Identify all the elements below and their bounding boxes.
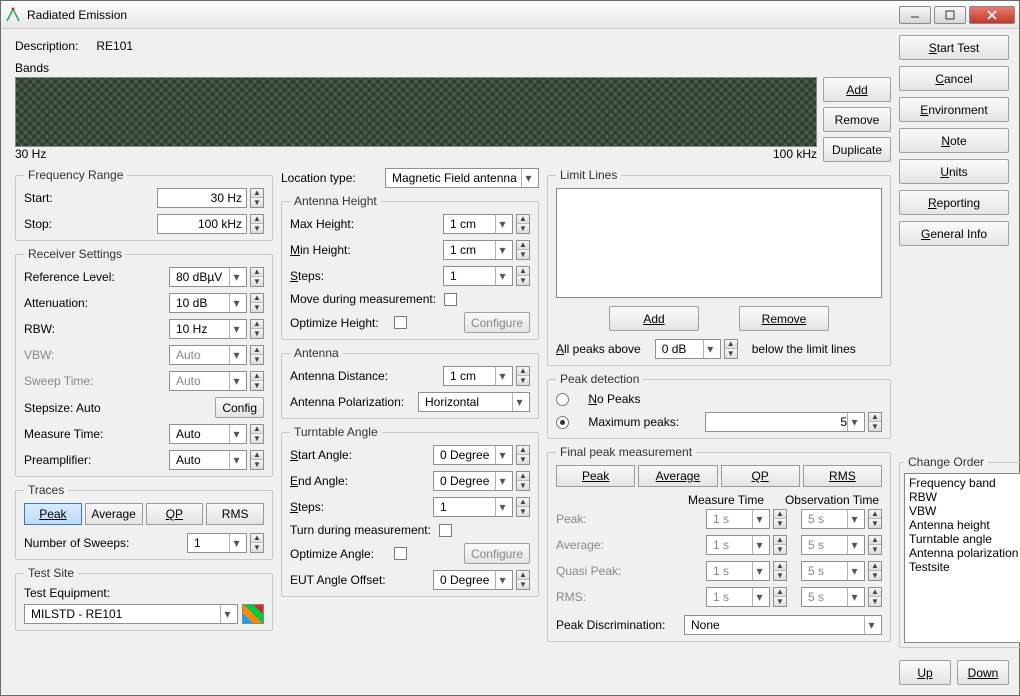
bands-legend: Bands — [15, 61, 891, 75]
move-during-checkbox[interactable] — [444, 293, 457, 306]
order-item[interactable]: Antenna height — [909, 518, 1018, 532]
height-configure-button[interactable]: Configure — [464, 312, 530, 333]
order-up-button[interactable]: Up — [899, 660, 951, 685]
height-steps-input[interactable]: 1▾ — [443, 266, 513, 286]
titlebar[interactable]: Radiated Emission — [1, 1, 1019, 29]
general-info-button[interactable]: General Info — [899, 221, 1009, 246]
trace-peak-button[interactable]: Peak — [24, 503, 82, 525]
angle-steps-input[interactable]: 1▾ — [433, 497, 513, 517]
order-item[interactable]: Frequency band — [909, 476, 1018, 490]
note-button[interactable]: Note — [899, 128, 1009, 153]
location-type-select[interactable]: Magnetic Field antenna▾ — [385, 168, 539, 188]
traces-panel: Traces Peak Average QP RMS Number of Swe… — [15, 483, 273, 560]
allpeaks-input[interactable]: 0 dB▾ — [655, 339, 721, 359]
final-ot-input: 5 s▾ — [801, 535, 865, 555]
optimize-angle-checkbox[interactable] — [394, 547, 407, 560]
start-test-button[interactable]: Start Test — [899, 35, 1009, 60]
order-down-button[interactable]: Down — [957, 660, 1009, 685]
test-site-panel: Test Site Test Equipment: MILSTD - RE101… — [15, 566, 273, 631]
final-ot-input: 5 s▾ — [801, 509, 865, 529]
final-peak-button[interactable]: Peak — [556, 465, 635, 487]
app-icon — [5, 7, 21, 23]
order-item[interactable]: Testsite — [909, 560, 1018, 574]
minimize-button[interactable] — [899, 6, 931, 24]
limit-remove-button[interactable]: Remove — [739, 306, 829, 331]
bands-start-label: 30 Hz — [15, 147, 46, 161]
angle-configure-button[interactable]: Configure — [464, 543, 530, 564]
turn-during-checkbox[interactable] — [439, 524, 452, 537]
receiver-settings-panel: Receiver Settings Reference Level: 80 dB… — [15, 247, 273, 477]
final-mt-input: 1 s▾ — [706, 561, 770, 581]
window-frame: Radiated Emission Description: RE101 Ban… — [0, 0, 1020, 696]
peak-discrimination-select[interactable]: None▾ — [684, 615, 882, 635]
final-rms-button[interactable]: RMS — [803, 465, 882, 487]
ref-level-input[interactable]: 80 dBµV▾ — [169, 267, 247, 287]
antenna-height-panel: Antenna Height Max Height: 1 cm▾▲▼ Min H… — [281, 194, 539, 340]
freq-stop-input[interactable] — [157, 214, 247, 234]
final-mt-input: 1 s▾ — [706, 535, 770, 555]
maximize-button[interactable] — [934, 6, 966, 24]
rbw-input[interactable]: 10 Hz▾ — [169, 319, 247, 339]
max-height-input[interactable]: 1 cm▾ — [443, 214, 513, 234]
limit-add-button[interactable]: Add — [609, 306, 699, 331]
description-label: Description: — [15, 39, 78, 53]
no-peaks-radio[interactable] — [556, 393, 569, 406]
description-value: RE101 — [96, 39, 133, 53]
cancel-button[interactable]: Cancel — [899, 66, 1009, 91]
vbw-input: Auto▾ — [169, 345, 247, 365]
environment-button[interactable]: Environment — [899, 97, 1009, 122]
antenna-panel: Antenna Antenna Distance: 1 cm▾▲▼ Antenn… — [281, 346, 539, 419]
final-qp-button[interactable]: QP — [721, 465, 800, 487]
max-peaks-input[interactable]: 5▾ — [705, 412, 865, 432]
peak-detection-panel: Peak detection No Peaks Maximum peaks: 5… — [547, 372, 891, 439]
order-item[interactable]: RBW — [909, 490, 1018, 504]
freq-stop-spinner[interactable]: ▲▼ — [250, 214, 264, 234]
trace-qp-button[interactable]: QP — [146, 503, 204, 525]
sweeps-input[interactable]: 1▾ — [187, 533, 247, 553]
order-item[interactable]: VBW — [909, 504, 1018, 518]
measure-time-input[interactable]: Auto▾ — [169, 424, 247, 444]
close-button[interactable] — [969, 6, 1015, 24]
change-order-list[interactable]: Frequency bandRBWVBWAntenna heightTurnta… — [904, 473, 1020, 643]
stepsize-config-button[interactable]: Config — [215, 397, 264, 418]
final-average-button[interactable]: Average — [638, 465, 717, 487]
end-angle-input[interactable]: 0 Degree▾ — [433, 471, 513, 491]
preamp-input[interactable]: Auto▾ — [169, 450, 247, 470]
limit-lines-panel: Limit Lines Add Remove All peaks above 0… — [547, 168, 891, 366]
limit-lines-list[interactable] — [556, 188, 882, 298]
final-mt-input: 1 s▾ — [706, 587, 770, 607]
bands-add-button[interactable]: Add — [823, 77, 891, 102]
test-equipment-color-button[interactable] — [242, 604, 264, 624]
trace-rms-button[interactable]: RMS — [206, 503, 264, 525]
start-angle-input[interactable]: 0 Degree▾ — [433, 445, 513, 465]
trace-average-button[interactable]: Average — [85, 503, 143, 525]
bands-stop-label: 100 kHz — [773, 147, 817, 161]
final-ot-input: 5 s▾ — [801, 587, 865, 607]
reporting-button[interactable]: Reporting — [899, 190, 1009, 215]
bands-remove-button[interactable]: Remove — [823, 107, 891, 132]
test-equipment-select[interactable]: MILSTD - RE101▾ — [24, 604, 238, 624]
eut-offset-input[interactable]: 0 Degree▾ — [433, 570, 513, 590]
order-item[interactable]: Antenna polarization — [909, 546, 1018, 560]
change-order-panel: Change Order Frequency bandRBWVBWAntenna… — [899, 455, 1020, 648]
frequency-range-panel: Frequency Range Start: ▲▼ Stop: ▲▼ — [15, 168, 273, 241]
attenuation-input[interactable]: 10 dB▾ — [169, 293, 247, 313]
min-height-input[interactable]: 1 cm▾ — [443, 240, 513, 260]
antenna-distance-input[interactable]: 1 cm▾ — [443, 366, 513, 386]
max-peaks-radio[interactable] — [556, 416, 569, 429]
freq-start-spinner[interactable]: ▲▼ — [250, 188, 264, 208]
freq-start-input[interactable] — [157, 188, 247, 208]
bands-duplicate-button[interactable]: Duplicate — [823, 137, 891, 162]
final-peak-panel: Final peak measurement Peak Average QP R… — [547, 445, 891, 642]
bands-chart[interactable] — [15, 77, 817, 147]
final-mt-input: 1 s▾ — [706, 509, 770, 529]
optimize-height-checkbox[interactable] — [394, 316, 407, 329]
turntable-panel: Turntable Angle Start Angle: 0 Degree▾▲▼… — [281, 425, 539, 597]
sweep-time-input: Auto▾ — [169, 371, 247, 391]
units-button[interactable]: Units — [899, 159, 1009, 184]
window-title: Radiated Emission — [27, 8, 127, 22]
antenna-polarization-select[interactable]: Horizontal▾ — [418, 392, 530, 412]
order-item[interactable]: Turntable angle — [909, 532, 1018, 546]
final-ot-input: 5 s▾ — [801, 561, 865, 581]
